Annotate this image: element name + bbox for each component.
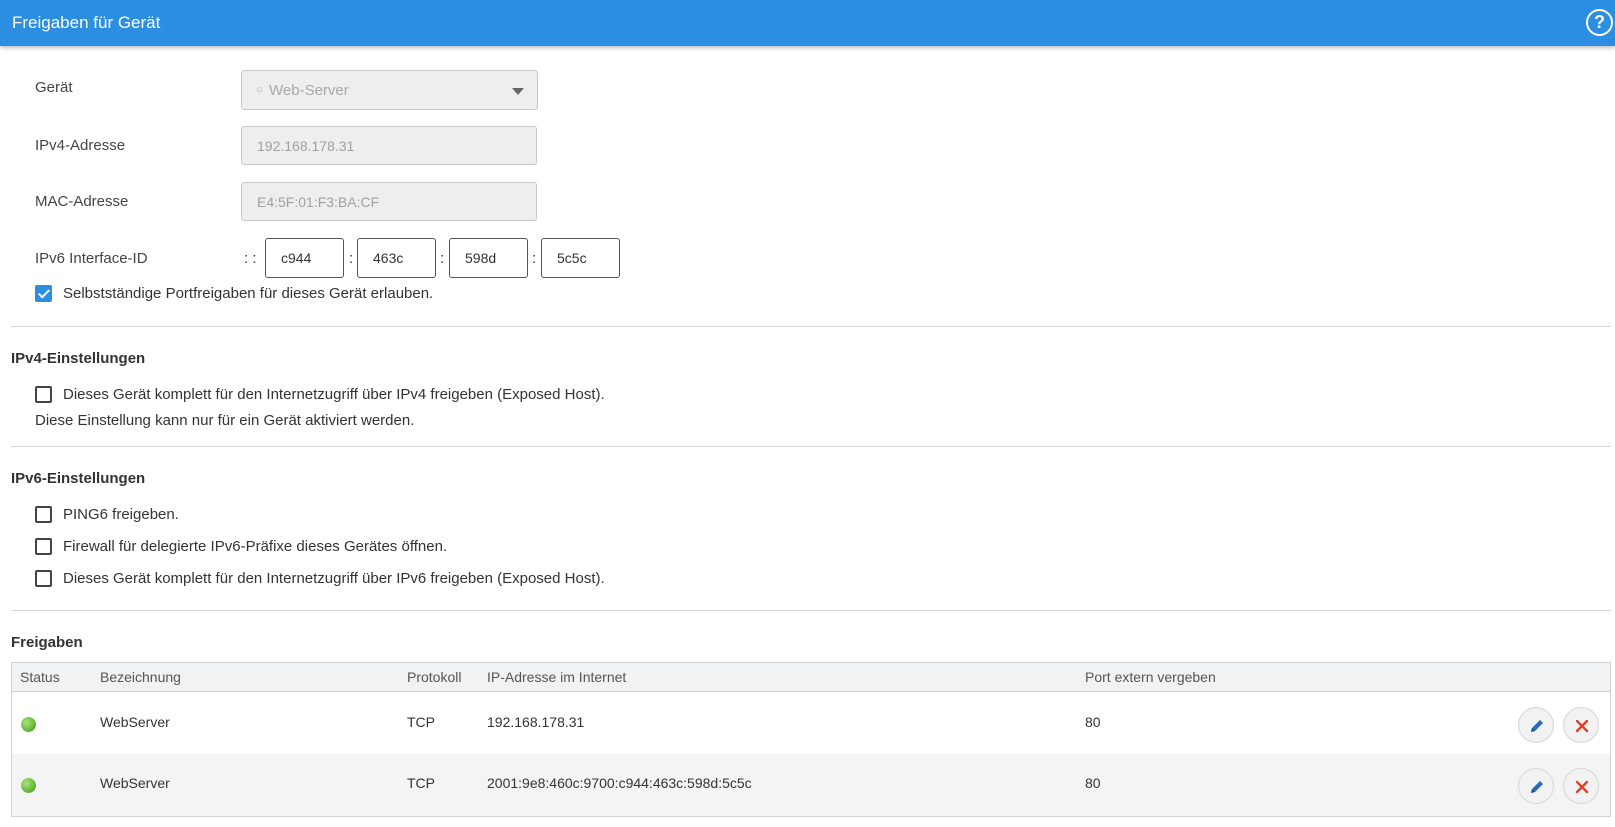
self-port-checkbox[interactable] (35, 285, 52, 302)
shares-title: Freigaben (11, 634, 83, 651)
device-prefix-icon: ○ (256, 84, 263, 96)
section-divider (11, 326, 1611, 327)
column-header-status: Status (20, 669, 60, 685)
row-port: 80 (1085, 775, 1101, 791)
mac-address-field: E4:5F:01:F3:BA:CF (241, 182, 537, 221)
ping6-checkbox[interactable] (35, 506, 52, 523)
row-port: 80 (1085, 714, 1101, 730)
help-icon[interactable]: ? (1586, 9, 1613, 36)
status-ok-icon (21, 778, 36, 793)
device-select[interactable]: ○ Web-Server (241, 70, 538, 110)
ipv4-exposed-host-checkbox[interactable] (35, 386, 52, 403)
column-header-ip: IP-Adresse im Internet (487, 669, 627, 685)
ipv6-part-3-input[interactable]: 598d (449, 238, 528, 278)
ipv6-exposed-host-label: Dieses Gerät komplett für den Internetzu… (63, 570, 605, 587)
column-header-name: Bezeichnung (100, 669, 181, 685)
section-divider (11, 446, 1611, 447)
ipv6-interface-id-label: IPv6 Interface-ID (35, 250, 148, 267)
pencil-icon (1531, 781, 1543, 793)
mac-address-label: MAC-Adresse (35, 193, 129, 210)
edit-button[interactable] (1518, 768, 1554, 804)
ipv6-part-1-input[interactable]: c944 (265, 238, 344, 278)
ipv6-exposed-host-checkbox[interactable] (35, 570, 52, 587)
column-header-port: Port extern vergeben (1085, 669, 1216, 685)
device-label: Gerät (35, 79, 73, 96)
title-bar: Freigaben für Gerät ? (0, 0, 1615, 46)
device-select-value: Web-Server (269, 82, 349, 99)
ipv6-separator: : (349, 250, 354, 267)
ipv4-address-label: IPv4-Adresse (35, 137, 126, 154)
firewall-prefix-checkbox[interactable] (35, 538, 52, 555)
ipv4-note: Diese Einstellung kann nur für ein Gerät… (35, 412, 415, 429)
ipv4-settings-title: IPv4-Einstellungen (11, 350, 146, 367)
table-row: WebServer TCP 2001:9e8:460c:9700:c944:46… (12, 754, 1610, 816)
table-row: WebServer TCP 192.168.178.31 80 (12, 693, 1610, 755)
self-port-label: Selbstständige Portfreigaben für dieses … (63, 285, 434, 302)
firewall-prefix-label: Firewall für delegierte IPv6-Präfixe die… (63, 538, 448, 555)
shares-table: Status Bezeichnung Protokoll IP-Adresse … (11, 662, 1611, 817)
status-ok-icon (21, 717, 36, 732)
ping6-label: PING6 freigeben. (63, 506, 179, 523)
row-protocol: TCP (407, 775, 435, 791)
row-ip: 2001:9e8:460c:9700:c944:463c:598d:5c5c (487, 775, 752, 791)
ipv4-address-field: 192.168.178.31 (241, 126, 537, 165)
delete-button[interactable] (1563, 768, 1599, 804)
ipv6-separator: : (532, 250, 537, 267)
row-ip: 192.168.178.31 (487, 714, 585, 730)
table-header: Status Bezeichnung Protokoll IP-Adresse … (12, 663, 1610, 692)
chevron-down-icon (512, 88, 524, 95)
ipv6-part-4-input[interactable]: 5c5c (541, 238, 620, 278)
row-name: WebServer (100, 714, 170, 730)
page-title: Freigaben für Gerät (12, 13, 161, 32)
row-protocol: TCP (407, 714, 435, 730)
ipv4-exposed-host-label: Dieses Gerät komplett für den Internetzu… (63, 386, 605, 403)
ipv6-separator: : (440, 250, 445, 267)
close-icon (1575, 780, 1589, 794)
ipv6-settings-title: IPv6-Einstellungen (11, 470, 146, 487)
edit-button[interactable] (1518, 707, 1554, 743)
ipv6-prefix-colons: : : (244, 250, 257, 267)
ipv6-part-2-input[interactable]: 463c (357, 238, 436, 278)
delete-button[interactable] (1563, 707, 1599, 743)
row-name: WebServer (100, 775, 170, 791)
column-header-protocol: Protokoll (407, 669, 462, 685)
close-icon (1575, 719, 1589, 733)
pencil-icon (1531, 720, 1543, 732)
section-divider (11, 610, 1611, 611)
